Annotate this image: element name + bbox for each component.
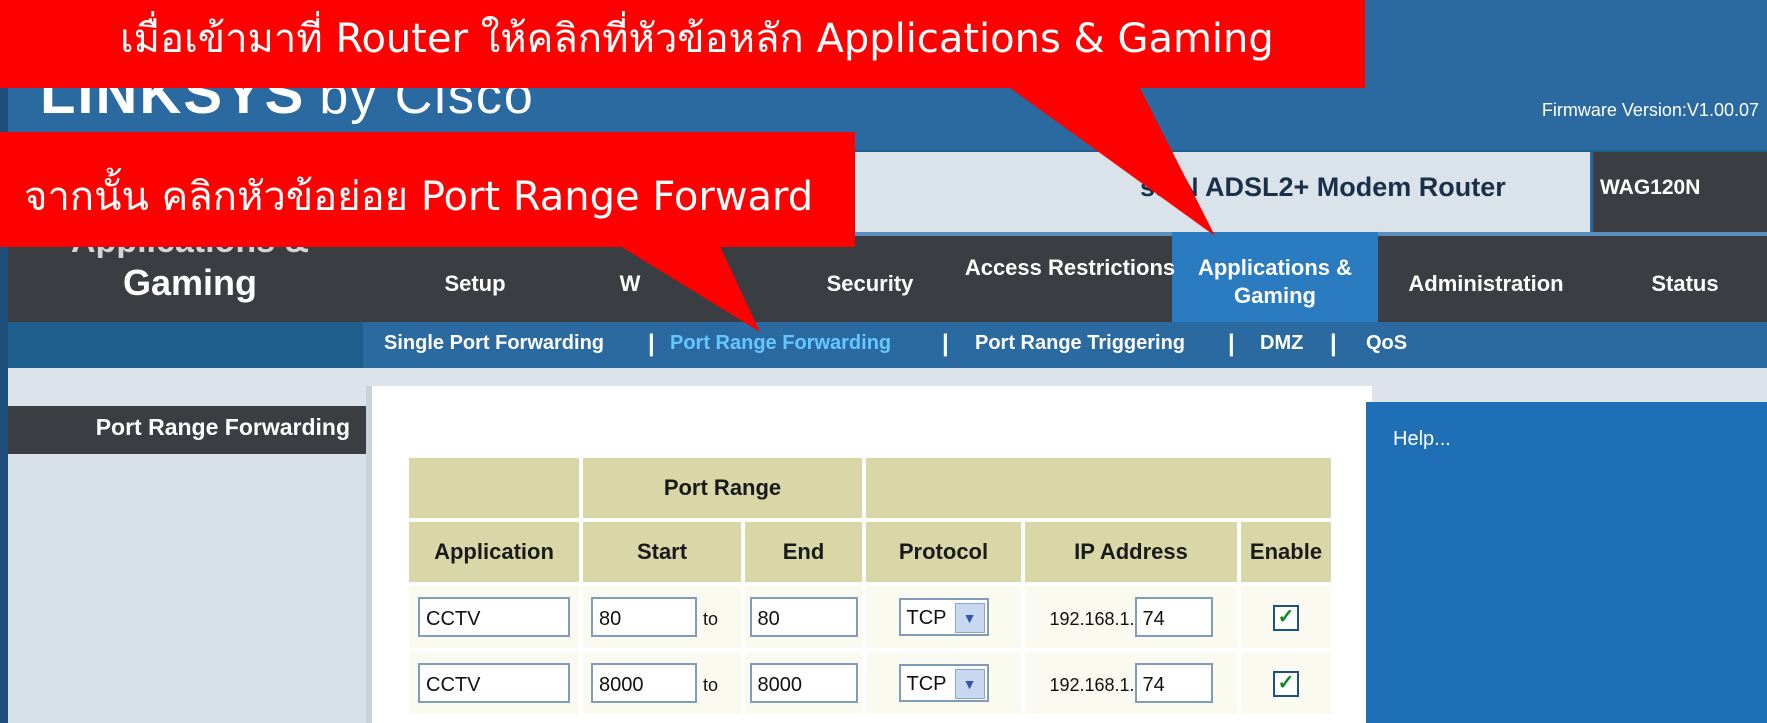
tab-administration[interactable]: Administration: [1386, 270, 1586, 298]
subtab-qos[interactable]: QoS: [1366, 332, 1407, 355]
table-row: CCTV 8000 to 8000 TCP ▼ 192.168.1. 74 ✓: [405, 648, 1335, 718]
start-cell: 8000 to: [579, 648, 745, 718]
protocol-select[interactable]: TCP ▼: [898, 664, 989, 702]
help-link[interactable]: Help...: [1393, 428, 1451, 451]
table-header-blank: [405, 454, 583, 522]
tab-security[interactable]: Security: [810, 270, 930, 298]
start-port-input[interactable]: 80: [591, 597, 697, 637]
callout-middle-text: จากนั้น คลิกหัวข้อย่อย Port Range Forwar…: [24, 174, 814, 220]
router-admin-page: LINKSYS by Cisco Firmware Version:V1.00.0…: [0, 0, 1767, 723]
port-range-table: Port Range Application Start End Protoco…: [405, 454, 1335, 718]
callout-middle: จากนั้น คลิกหัวข้อย่อย Port Range Forwar…: [0, 132, 855, 247]
tab-status[interactable]: Status: [1630, 270, 1740, 298]
end-cell: 80: [741, 582, 866, 652]
chevron-down-icon[interactable]: ▼: [954, 603, 985, 633]
product-name: ss-N ADSL2+ Modem Router: [1140, 172, 1506, 202]
end-port-input[interactable]: 8000: [749, 663, 858, 703]
ip-last-octet-input[interactable]: 74: [1134, 597, 1213, 637]
table-row: CCTV 80 to 80 TCP ▼ 192.168.1. 74 ✓: [405, 582, 1335, 652]
col-ip-address: IP Address: [1021, 518, 1241, 586]
table-header-row: Application Start End Protocol IP Addres…: [405, 518, 1335, 586]
end-cell: 8000: [741, 648, 866, 718]
col-application: Application: [405, 518, 583, 586]
tab-setup[interactable]: Setup: [420, 270, 530, 298]
sub-nav-separator: |: [648, 330, 655, 357]
to-label: to: [703, 609, 719, 629]
table-header-blank: [862, 454, 1335, 522]
ip-prefix: 192.168.1.: [1049, 609, 1135, 629]
subtab-port-range-triggering[interactable]: Port Range Triggering: [975, 332, 1185, 355]
ip-cell: 192.168.1. 74: [1021, 648, 1241, 718]
sub-nav-separator: |: [942, 330, 949, 357]
protocol-cell: TCP ▼: [862, 582, 1025, 652]
col-start: Start: [579, 518, 745, 586]
chevron-down-icon[interactable]: ▼: [954, 669, 985, 699]
start-cell: 80 to: [579, 582, 745, 652]
application-cell: CCTV: [405, 582, 583, 652]
callout-top-text: เมื่อเข้ามาที่ Router ให้คลิกที่หัวข้อหล…: [120, 16, 1274, 62]
start-port-input[interactable]: 8000: [591, 663, 697, 703]
to-label: to: [703, 675, 719, 695]
model-name: WAG120N: [1600, 176, 1701, 199]
protocol-value: TCP: [906, 673, 947, 695]
protocol-value: TCP: [906, 607, 947, 629]
application-name-input[interactable]: CCTV: [418, 663, 570, 703]
table-header-row: Port Range: [405, 454, 1335, 522]
page-section-line2: Gaming: [122, 262, 257, 303]
sub-nav-separator: |: [1228, 330, 1235, 357]
section-label: Port Range Forwarding: [95, 414, 350, 440]
protocol-cell: TCP ▼: [862, 648, 1025, 718]
col-enable: Enable: [1237, 518, 1335, 586]
page-section-title: Applications & Gaming: [20, 236, 360, 320]
application-name-input[interactable]: CCTV: [418, 597, 570, 637]
tab-access-restrictions[interactable]: Access Restrictions: [960, 254, 1180, 282]
enable-checkbox[interactable]: ✓: [1273, 605, 1299, 631]
firmware-version: Firmware Version:V1.00.07: [1541, 100, 1759, 120]
ip-cell: 192.168.1. 74: [1021, 582, 1241, 652]
enable-cell: ✓: [1237, 648, 1335, 718]
protocol-select[interactable]: TCP ▼: [898, 598, 989, 636]
window-edge: [0, 0, 8, 723]
callout-top: เมื่อเข้ามาที่ Router ให้คลิกที่หัวข้อหล…: [0, 0, 1365, 88]
col-protocol: Protocol: [862, 518, 1025, 586]
subtab-single-port-forwarding[interactable]: Single Port Forwarding: [384, 332, 604, 355]
tab-applications-gaming[interactable]: Applications & Gaming: [1180, 254, 1370, 310]
subtab-dmz[interactable]: DMZ: [1260, 332, 1303, 355]
sub-nav-separator: |: [1330, 330, 1337, 357]
application-cell: CCTV: [405, 648, 583, 718]
subtab-port-range-forwarding[interactable]: Port Range Forwarding: [670, 332, 891, 355]
ip-prefix: 192.168.1.: [1049, 675, 1135, 695]
ip-last-octet-input[interactable]: 74: [1134, 663, 1213, 703]
table-header-port-range: Port Range: [579, 454, 866, 522]
end-port-input[interactable]: 80: [749, 597, 858, 637]
enable-cell: ✓: [1237, 582, 1335, 652]
col-end: End: [741, 518, 866, 586]
enable-checkbox[interactable]: ✓: [1273, 671, 1299, 697]
tab-wireless[interactable]: W: [610, 270, 650, 298]
